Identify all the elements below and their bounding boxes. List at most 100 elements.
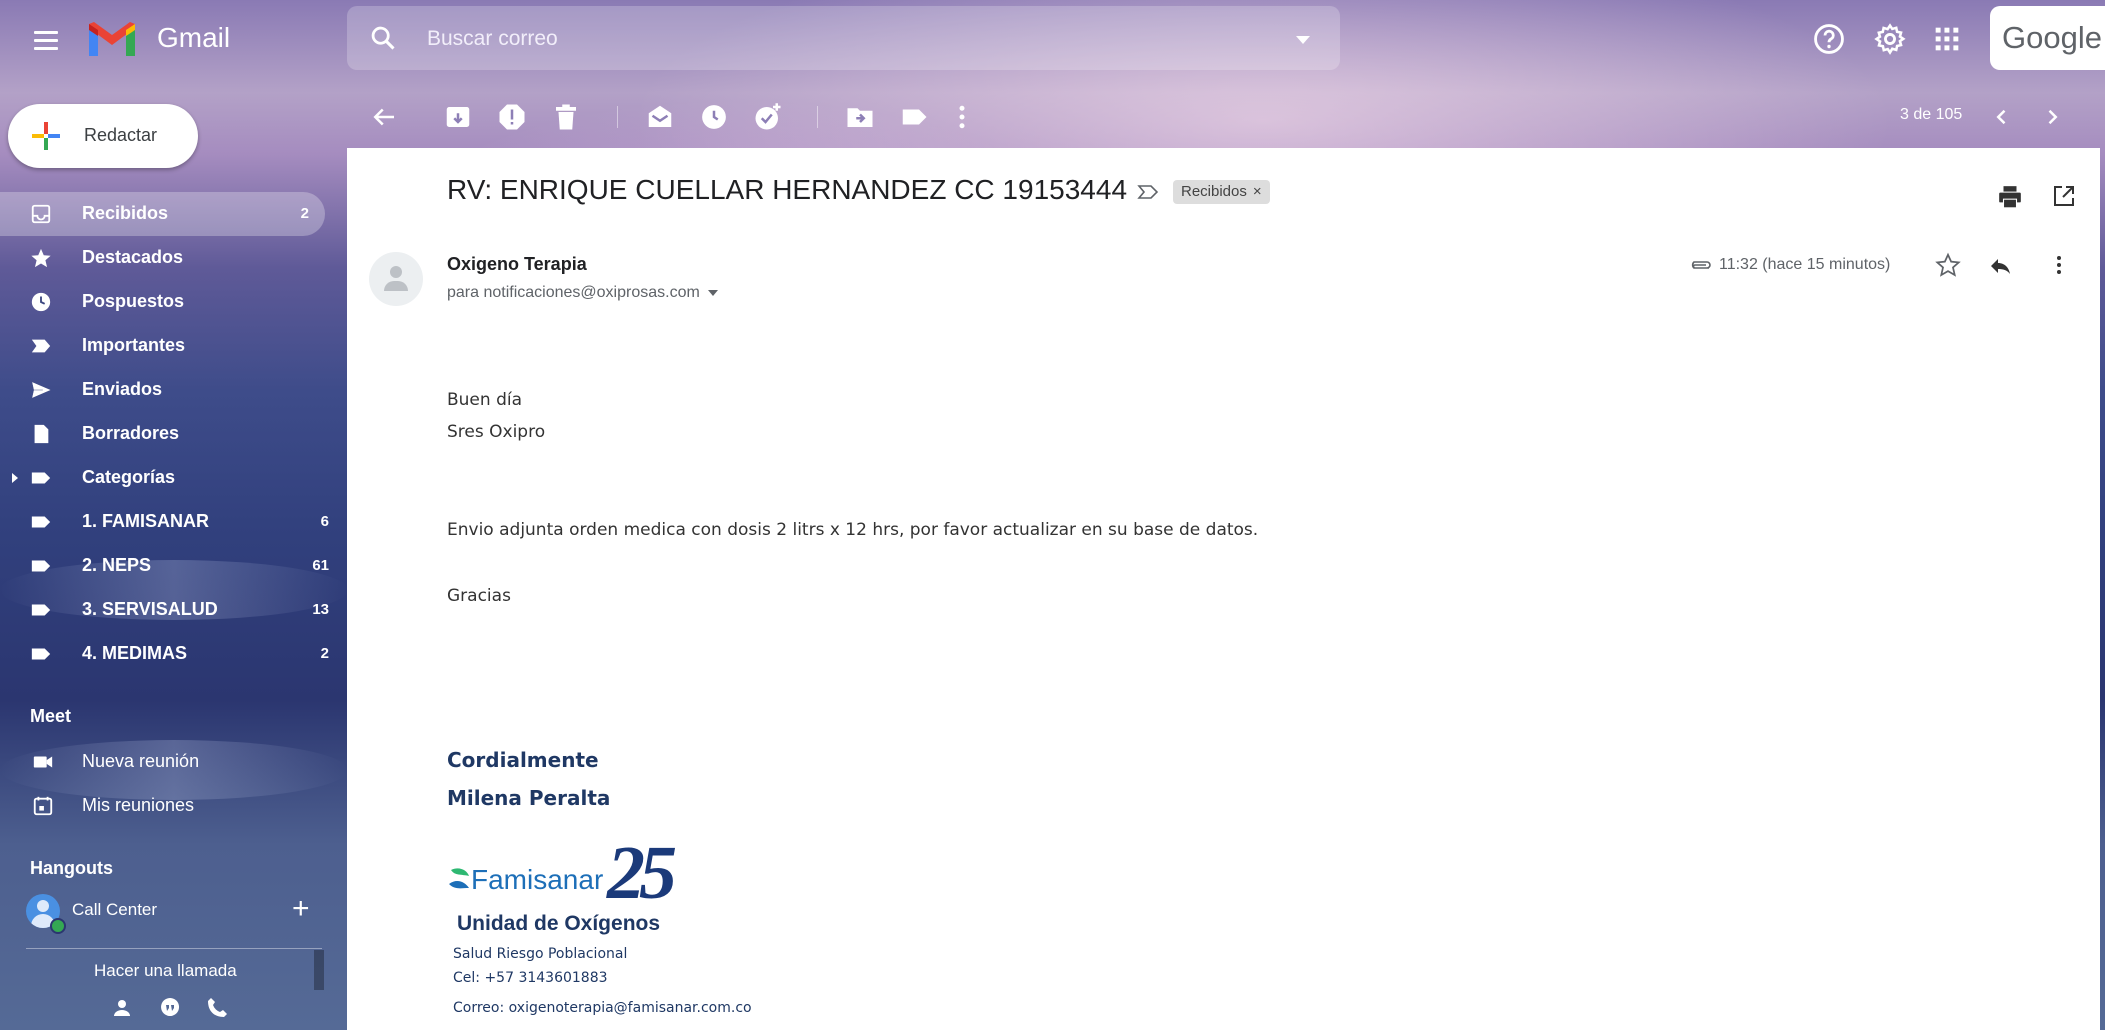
chevron-down-icon[interactable]	[707, 289, 718, 296]
chat-icon[interactable]	[158, 996, 182, 1020]
google-account-button[interactable]: Google	[1990, 6, 2105, 70]
snooze-clock-icon[interactable]	[699, 102, 729, 132]
report-spam-icon[interactable]	[497, 102, 527, 132]
sidebar-item-label: Categorías	[82, 467, 176, 487]
move-to-folder-icon[interactable]	[845, 102, 875, 132]
search-bar[interactable]	[347, 6, 1340, 70]
mark-unread-icon[interactable]	[645, 102, 675, 132]
main-menu-icon[interactable]	[26, 22, 66, 58]
open-new-window-icon[interactable]	[2052, 184, 2076, 208]
sidebar-item-label: Enviados	[82, 379, 163, 399]
unread-count: 61	[312, 557, 329, 574]
label-as-icon[interactable]	[899, 102, 929, 132]
apps-grid-icon[interactable]	[1930, 22, 1964, 56]
sidebar-item-starred[interactable]: Destacados	[0, 236, 345, 280]
importance-marker-icon[interactable]	[1137, 184, 1159, 200]
sidebar-item-inbox[interactable]: Recibidos 2	[0, 192, 325, 236]
leaf-logo-icon	[449, 868, 469, 889]
label-chip-text: Recibidos	[1181, 183, 1247, 200]
sidebar-item-important[interactable]: Importantes	[0, 324, 345, 368]
recipient-details[interactable]: para notificaciones@oxiprosas.com	[447, 284, 718, 302]
sidebar-item-medimas[interactable]: 4. MEDIMAS 2	[0, 632, 345, 676]
star-icon[interactable]	[1935, 252, 1961, 278]
reply-icon[interactable]	[1987, 254, 2013, 278]
sidebar-item-label: 1. FAMISANAR	[82, 511, 210, 531]
more-vertical-icon[interactable]	[2047, 252, 2071, 278]
label-icon	[31, 604, 51, 616]
star-icon	[31, 248, 51, 268]
meet-section-title: Meet	[30, 706, 72, 726]
print-icon[interactable]	[1997, 184, 2023, 210]
important-icon	[31, 339, 51, 353]
search-input[interactable]	[425, 20, 1229, 58]
email-body-line: Sres Oxipro	[447, 422, 546, 442]
add-to-tasks-icon[interactable]	[753, 102, 783, 132]
sidebar-item-label: 3. SERVISALUD	[82, 599, 218, 619]
google-account-label: Google	[2002, 20, 2102, 55]
attachment-icon	[1691, 261, 1711, 269]
add-hangout-icon[interactable]: +	[292, 894, 310, 924]
video-camera-icon	[33, 756, 53, 768]
sidebar-item-snoozed[interactable]: Pospuestos	[0, 280, 345, 324]
unread-count: 6	[320, 513, 329, 530]
label-icon	[31, 560, 51, 572]
sidebar-item-label: 4. MEDIMAS	[82, 643, 188, 663]
unread-count: 2	[320, 645, 329, 662]
signature-unit: Unidad de Oxígenos	[457, 912, 661, 935]
app-name[interactable]: Gmail	[157, 22, 230, 54]
signature-department: Salud Riesgo Poblacional	[453, 946, 628, 962]
sender-name[interactable]: Oxigeno Terapia	[447, 254, 587, 275]
archive-icon[interactable]	[443, 102, 473, 132]
expand-arrow-icon[interactable]	[12, 473, 18, 483]
sidebar-item-drafts[interactable]: Borradores	[0, 412, 345, 456]
gmail-logo[interactable]	[86, 20, 138, 60]
sidebar-nav: Recibidos 2 Destacados Pospuestos Import…	[0, 192, 345, 676]
hangouts-user[interactable]: Call Center	[26, 894, 326, 934]
compose-button[interactable]: Redactar	[8, 104, 198, 168]
sidebar-item-label: Borradores	[82, 423, 180, 443]
sender-avatar[interactable]	[369, 252, 423, 306]
famisanar-logo: Famisanar 25	[447, 831, 707, 918]
email-body-line: Gracias	[447, 586, 511, 606]
newer-chevron-icon[interactable]	[1987, 102, 2017, 132]
logo-brand-text: Famisanar	[471, 864, 604, 895]
sidebar-item-categories[interactable]: Categorías	[0, 456, 345, 500]
back-arrow-icon[interactable]	[369, 102, 399, 132]
older-chevron-icon[interactable]	[2037, 102, 2067, 132]
phone-icon[interactable]	[205, 996, 229, 1020]
help-icon[interactable]	[1812, 22, 1846, 56]
label-icon	[31, 648, 51, 660]
search-options-icon[interactable]	[1296, 36, 1310, 44]
delete-icon[interactable]	[551, 102, 581, 132]
remove-label-icon[interactable]: ×	[1253, 183, 1262, 200]
calendar-icon	[33, 796, 53, 816]
sidebar-item-sent[interactable]: Enviados	[0, 368, 345, 412]
signature-phone: Cel: +57 3143601883	[453, 970, 608, 986]
sidebar-item-servisalud[interactable]: 3. SERVISALUD 13	[0, 588, 345, 632]
top-bar: Gmail Google	[0, 0, 2105, 78]
new-meeting-item[interactable]: Nueva reunión	[0, 742, 345, 782]
search-icon[interactable]	[369, 24, 397, 52]
sidebar-item-label: Destacados	[82, 247, 184, 267]
logo-anniversary-number: 25	[607, 831, 677, 915]
more-vertical-icon[interactable]	[947, 102, 977, 132]
pagination-label: 3 de 105	[1900, 106, 1963, 123]
email-timestamp: 11:32 (hace 15 minutos)	[1719, 256, 1891, 273]
hangouts-tabs	[0, 990, 345, 1030]
sidebar-item-label: Importantes	[82, 335, 186, 355]
compose-label: Redactar	[84, 125, 158, 145]
make-call-link[interactable]: Hacer una llamada	[94, 961, 237, 981]
my-meetings-item[interactable]: Mis reuniones	[0, 786, 345, 826]
sidebar-item-neps[interactable]: 2. NEPS 61	[0, 544, 345, 588]
email-toolbar: 3 de 105	[347, 92, 2105, 142]
contacts-icon[interactable]	[110, 996, 134, 1020]
call-panel-scrollbar[interactable]	[314, 950, 324, 990]
sidebar-item-famisanar[interactable]: 1. FAMISANAR 6	[0, 500, 345, 544]
send-icon	[31, 381, 52, 399]
settings-gear-icon[interactable]	[1873, 22, 1907, 56]
email-body-line: Buen día	[447, 390, 523, 410]
signature-name: Milena Peralta	[447, 786, 611, 810]
hangouts-user-name[interactable]: Call Center	[72, 900, 157, 920]
email-subject: RV: ENRIQUE CUELLAR HERNANDEZ CC 1915344…	[447, 174, 1128, 205]
label-chip-inbox: Recibidos ×	[1173, 180, 1270, 204]
